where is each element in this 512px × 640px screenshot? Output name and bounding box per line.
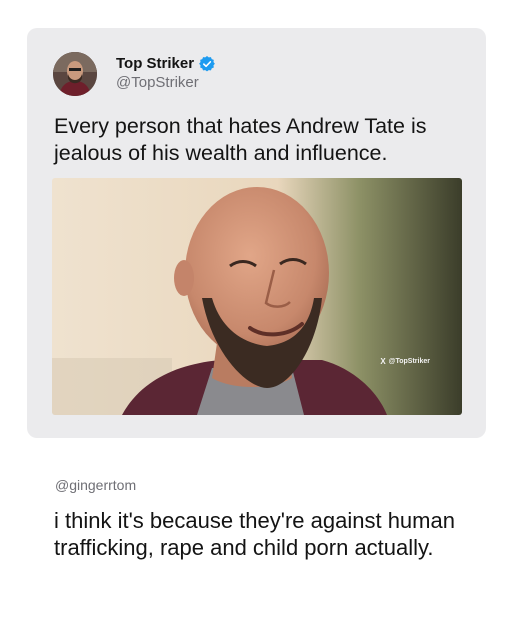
- media-photo: [52, 178, 462, 415]
- x-logo-icon: X: [380, 357, 386, 366]
- name-row: Top Striker: [116, 55, 215, 73]
- avatar-image: [53, 52, 97, 96]
- avatar[interactable]: [53, 52, 97, 96]
- tweet-media[interactable]: X @TopStriker: [52, 178, 462, 415]
- verified-badge-icon: [199, 56, 215, 72]
- handle[interactable]: @TopStriker: [116, 74, 215, 92]
- watermark-handle: @TopStriker: [388, 358, 430, 365]
- tweet-text: Every person that hates Andrew Tate is j…: [54, 114, 427, 165]
- media-watermark: X @TopStriker: [380, 357, 430, 366]
- tweet-card[interactable]: Top Striker @TopStriker Every person tha…: [27, 28, 486, 438]
- author-info: Top Striker @TopStriker: [116, 55, 215, 92]
- reply-text: i think it's because they're against hum…: [54, 508, 455, 560]
- page: Top Striker @TopStriker Every person tha…: [0, 0, 512, 640]
- display-name[interactable]: Top Striker: [116, 55, 194, 73]
- reply-handle[interactable]: @gingerrtom: [55, 477, 136, 493]
